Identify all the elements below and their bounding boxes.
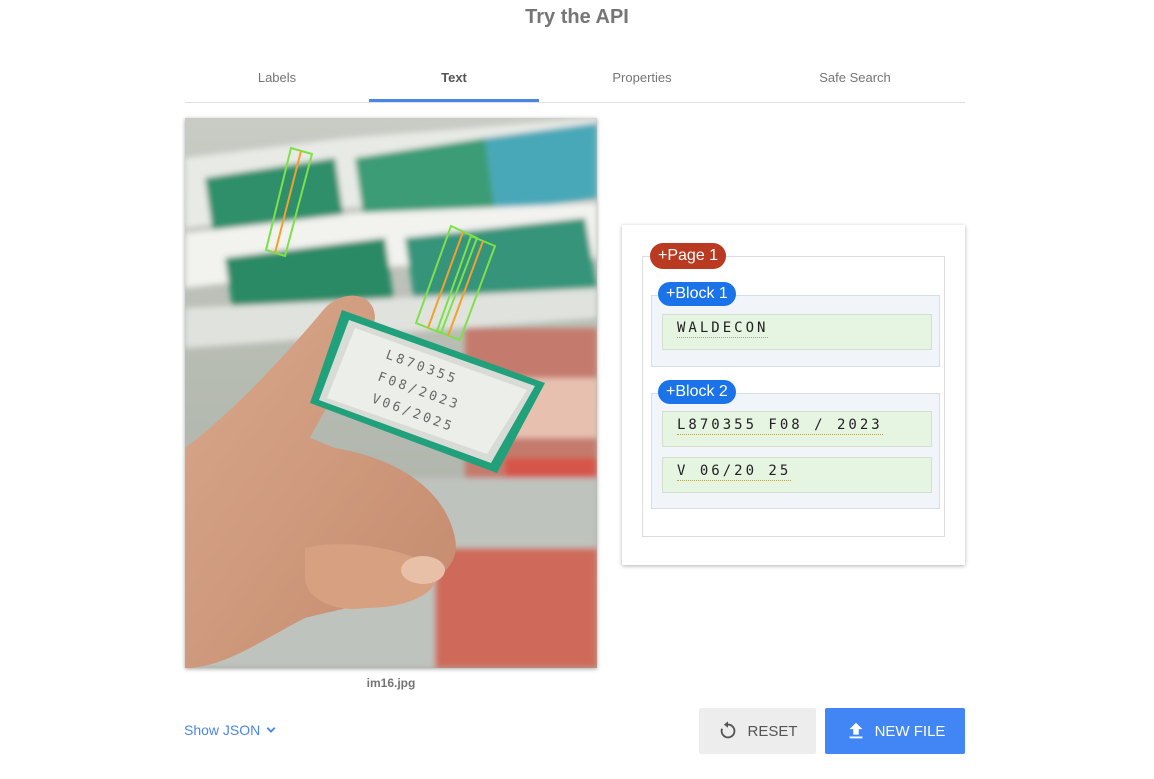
text-line-value: WALDECON [677,320,769,338]
chevron-down-icon [266,727,276,733]
tab-bar: Labels Text Properties Safe Search [185,60,965,103]
page-title: Try the API [525,6,629,28]
new-file-label: NEW FILE [874,722,946,740]
show-json-toggle[interactable]: Show JSON [184,721,280,739]
text-results-card: WALDECON L870355 F08 / 2023 V 06/20 25 +… [622,225,965,565]
uploaded-image: L870355 F08/2023 V06/2025 [185,118,597,668]
reset-icon [721,721,736,739]
text-line[interactable]: L870355 F08 / 2023 [662,411,932,447]
tab-safe-search[interactable]: Safe Search [745,60,965,101]
image-canvas: L870355 F08/2023 V06/2025 [185,118,597,668]
image-filename: im16.jpg [366,676,416,690]
tab-text[interactable]: Text [369,60,539,102]
block-badge[interactable]: +Block 2 [658,380,736,404]
tab-properties-label: Properties [612,70,672,85]
text-line-value: L870355 F08 / 2023 [677,417,883,435]
text-line[interactable]: WALDECON [662,314,932,350]
upload-icon [849,722,862,739]
tab-labels[interactable]: Labels [185,60,369,101]
tab-properties[interactable]: Properties [539,60,745,101]
active-tab-indicator [369,99,539,102]
new-file-button[interactable]: NEW FILE [825,708,965,754]
text-line[interactable]: V 06/20 25 [662,457,932,493]
page-badge[interactable]: +Page 1 [650,243,727,269]
tab-labels-label: Labels [257,70,297,85]
block-box: L870355 F08 / 2023 V 06/20 25 [651,393,940,509]
reset-button[interactable]: RESET [699,708,816,754]
tab-text-label: Text [441,70,467,85]
tab-safe-search-label: Safe Search [819,70,891,85]
text-line-value: V 06/20 25 [677,463,792,481]
reset-label: RESET [747,722,798,740]
show-json-label: Show JSON [184,722,261,738]
block-badge[interactable]: +Block 1 [658,282,736,306]
